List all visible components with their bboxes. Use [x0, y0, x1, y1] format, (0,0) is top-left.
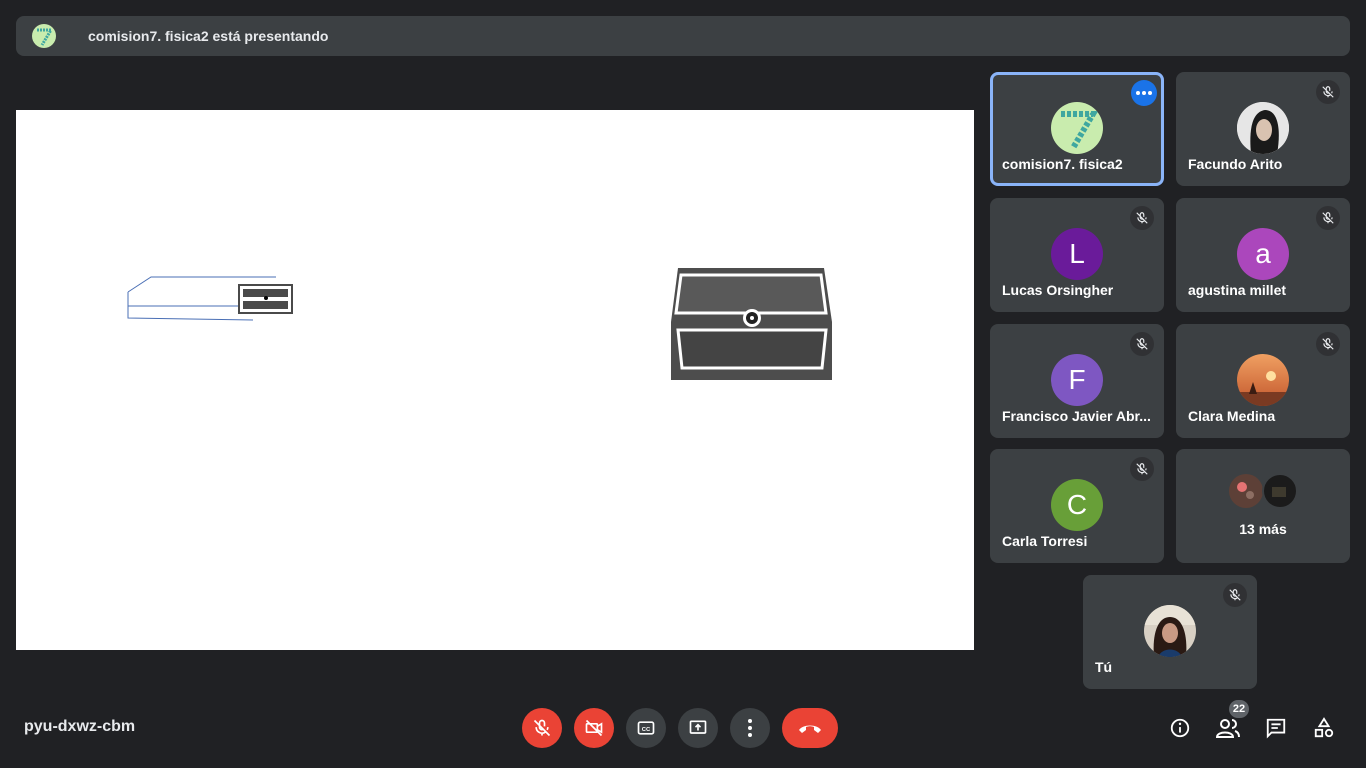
avatar: L [1051, 228, 1103, 280]
participant-tile[interactable]: L Lucas Orsingher [990, 198, 1164, 312]
tile-more-options-button[interactable] [1131, 80, 1157, 106]
avatar: C [1051, 479, 1103, 531]
more-participants-tile[interactable]: 13 más [1176, 449, 1350, 563]
people-count-badge: 22 [1229, 700, 1249, 718]
muted-indicator [1223, 583, 1247, 607]
participant-tile[interactable]: C Carla Torresi [990, 449, 1164, 563]
mic-off-icon [1136, 212, 1148, 224]
participant-name: Clara Medina [1188, 408, 1276, 424]
mic-off-icon [1322, 86, 1334, 98]
captions-button[interactable]: CC [626, 708, 666, 748]
participant-name: Francisco Javier Abr... [1002, 408, 1151, 424]
presentation-stage [16, 110, 974, 650]
presenting-banner: comision7. fisica2 está presentando [16, 16, 1350, 56]
avatar: a [1237, 228, 1289, 280]
avatar [1237, 354, 1289, 406]
hangup-icon [799, 725, 821, 733]
muted-indicator [1130, 332, 1154, 356]
mic-off-icon [1136, 463, 1148, 475]
participant-name: Carla Torresi [1002, 533, 1088, 549]
participant-tile[interactable]: Clara Medina [1176, 324, 1350, 438]
participant-tile[interactable]: a agustina millet [1176, 198, 1350, 312]
self-tile[interactable]: Tú [1083, 575, 1257, 689]
muted-indicator [1130, 457, 1154, 481]
participant-tile[interactable]: F Francisco Javier Abr... [990, 324, 1164, 438]
activities-icon [1314, 717, 1334, 738]
chat-icon [1266, 718, 1286, 739]
svg-text:CC: CC [642, 727, 651, 733]
mic-off-icon [533, 719, 551, 737]
activities-button[interactable] [1308, 712, 1340, 744]
muted-indicator [1130, 206, 1154, 230]
presenter-avatar [32, 24, 56, 48]
participant-name: comision7. fisica2 [1002, 156, 1123, 172]
info-icon [1170, 718, 1190, 738]
present-screen-button[interactable] [678, 708, 718, 748]
people-icon [1216, 719, 1240, 738]
avatar [1051, 102, 1103, 154]
avatar [1237, 102, 1289, 154]
number-seven-icon [1061, 111, 1099, 150]
more-participants-count: 13 más [1239, 521, 1287, 537]
meeting-code: pyu-dxwz-cbm [24, 718, 136, 735]
leave-call-button[interactable] [782, 708, 838, 748]
profile-photo [1237, 102, 1289, 154]
chat-button[interactable] [1260, 712, 1292, 744]
mic-off-icon [1229, 589, 1241, 601]
participant-name: Tú [1095, 659, 1113, 675]
avatar: F [1051, 354, 1103, 406]
slide-content [127, 268, 832, 380]
muted-indicator [1316, 80, 1340, 104]
number-seven-icon [37, 28, 54, 46]
profile-photo [1237, 354, 1289, 406]
avatar [1144, 605, 1196, 657]
mic-toggle-button[interactable] [522, 708, 562, 748]
treasure-chest-drawing [671, 268, 832, 380]
profile-photo [1144, 605, 1196, 657]
participant-tile[interactable]: Facundo Arito [1176, 72, 1350, 186]
participant-name: agustina millet [1188, 282, 1287, 298]
stacked-avatars [1229, 473, 1298, 509]
muted-indicator [1316, 332, 1340, 356]
camera-off-icon [585, 719, 603, 737]
captions-icon: CC [637, 721, 655, 735]
mic-off-icon [1322, 338, 1334, 350]
presenting-title: comision7. fisica2 está presentando [88, 28, 329, 44]
participant-tile[interactable]: comision7. fisica2 [990, 72, 1164, 186]
participant-name: Lucas Orsingher [1002, 282, 1114, 298]
meeting-info-button[interactable] [1164, 712, 1196, 744]
mic-off-icon [1136, 338, 1148, 350]
more-options-button[interactable] [730, 708, 770, 748]
participant-name: Facundo Arito [1188, 156, 1283, 172]
camera-toggle-button[interactable] [574, 708, 614, 748]
muted-indicator [1316, 206, 1340, 230]
more-horizontal-icon [1136, 91, 1152, 95]
present-screen-icon [689, 720, 707, 734]
small-chest-drawing [127, 276, 293, 321]
more-vertical-icon [748, 719, 752, 737]
mic-off-icon [1322, 212, 1334, 224]
